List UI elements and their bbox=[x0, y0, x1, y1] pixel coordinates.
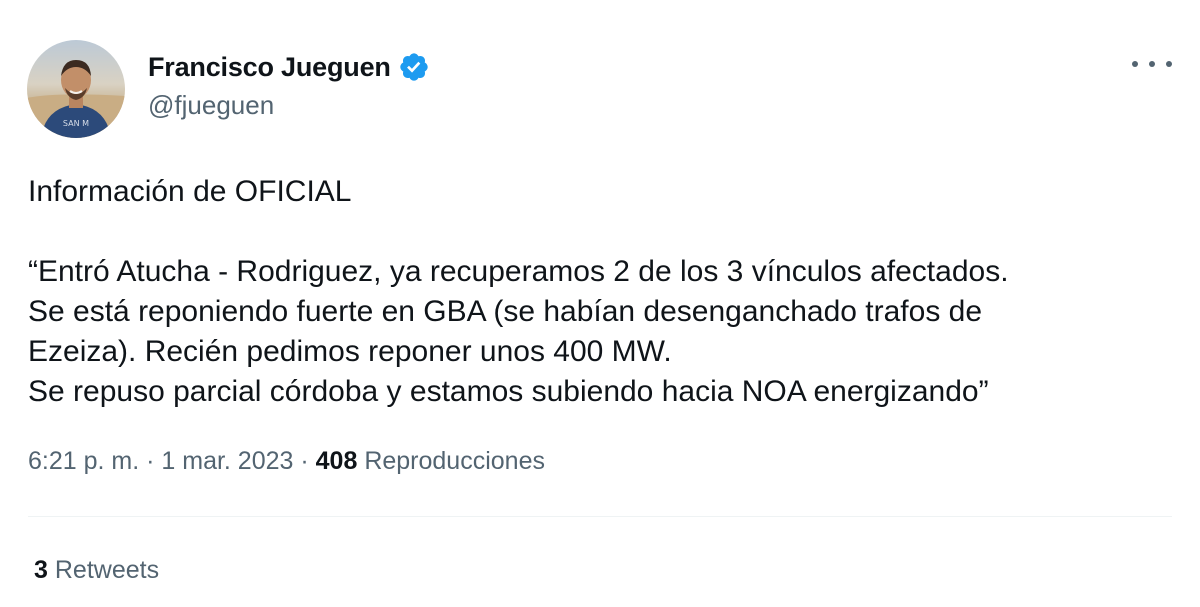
retweets-count: 3 bbox=[34, 556, 48, 584]
more-dot bbox=[1149, 61, 1155, 67]
divider bbox=[28, 516, 1172, 517]
more-horizontal-icon[interactable] bbox=[1132, 50, 1172, 78]
tweet-line: “Entró Atucha - Rodriguez, ya recuperamo… bbox=[28, 255, 1009, 288]
author-name-row: Francisco Jueguen bbox=[148, 48, 430, 86]
tweet-date[interactable]: 1 mar. 2023 bbox=[161, 447, 293, 476]
profile-photo: SAN M bbox=[27, 40, 125, 138]
meta-separator: · bbox=[293, 447, 316, 475]
tweet-line: Se repuso parcial córdoba y estamos subi… bbox=[28, 375, 989, 408]
views-count: 408 bbox=[315, 447, 358, 475]
retweets-label: Retweets bbox=[54, 556, 160, 584]
verified-badge-icon[interactable] bbox=[398, 51, 430, 83]
author-block: Francisco Jueguen @fjueguen bbox=[148, 48, 430, 121]
author-handle[interactable]: @fjueguen bbox=[148, 90, 430, 121]
more-dot bbox=[1166, 61, 1172, 67]
tweet-text: Información de OFICIAL “Entró Atucha - R… bbox=[28, 172, 1178, 412]
avatar[interactable]: SAN M bbox=[27, 40, 125, 138]
retweets-stat[interactable]: 3 Retweets bbox=[34, 556, 159, 585]
meta-separator: · bbox=[139, 447, 162, 475]
tweet-time[interactable]: 6:21 p. m. bbox=[28, 447, 139, 476]
tweet-card: SAN M Francisco Jueguen @fjueguen Inform… bbox=[0, 0, 1200, 607]
tweet-line: Información de OFICIAL bbox=[28, 175, 352, 208]
tweet-line: Ezeiza). Recién pedimos reponer unos 400… bbox=[28, 335, 672, 368]
tweet-line: Se está reponiendo fuerte en GBA (se hab… bbox=[28, 295, 983, 328]
author-name[interactable]: Francisco Jueguen bbox=[148, 52, 391, 83]
svg-text:SAN M: SAN M bbox=[63, 119, 89, 128]
more-dot bbox=[1132, 61, 1138, 67]
views-label: Reproducciones bbox=[364, 447, 545, 475]
tweet-meta: 6:21 p. m. · 1 mar. 2023 · 408 Reproducc… bbox=[28, 447, 545, 476]
